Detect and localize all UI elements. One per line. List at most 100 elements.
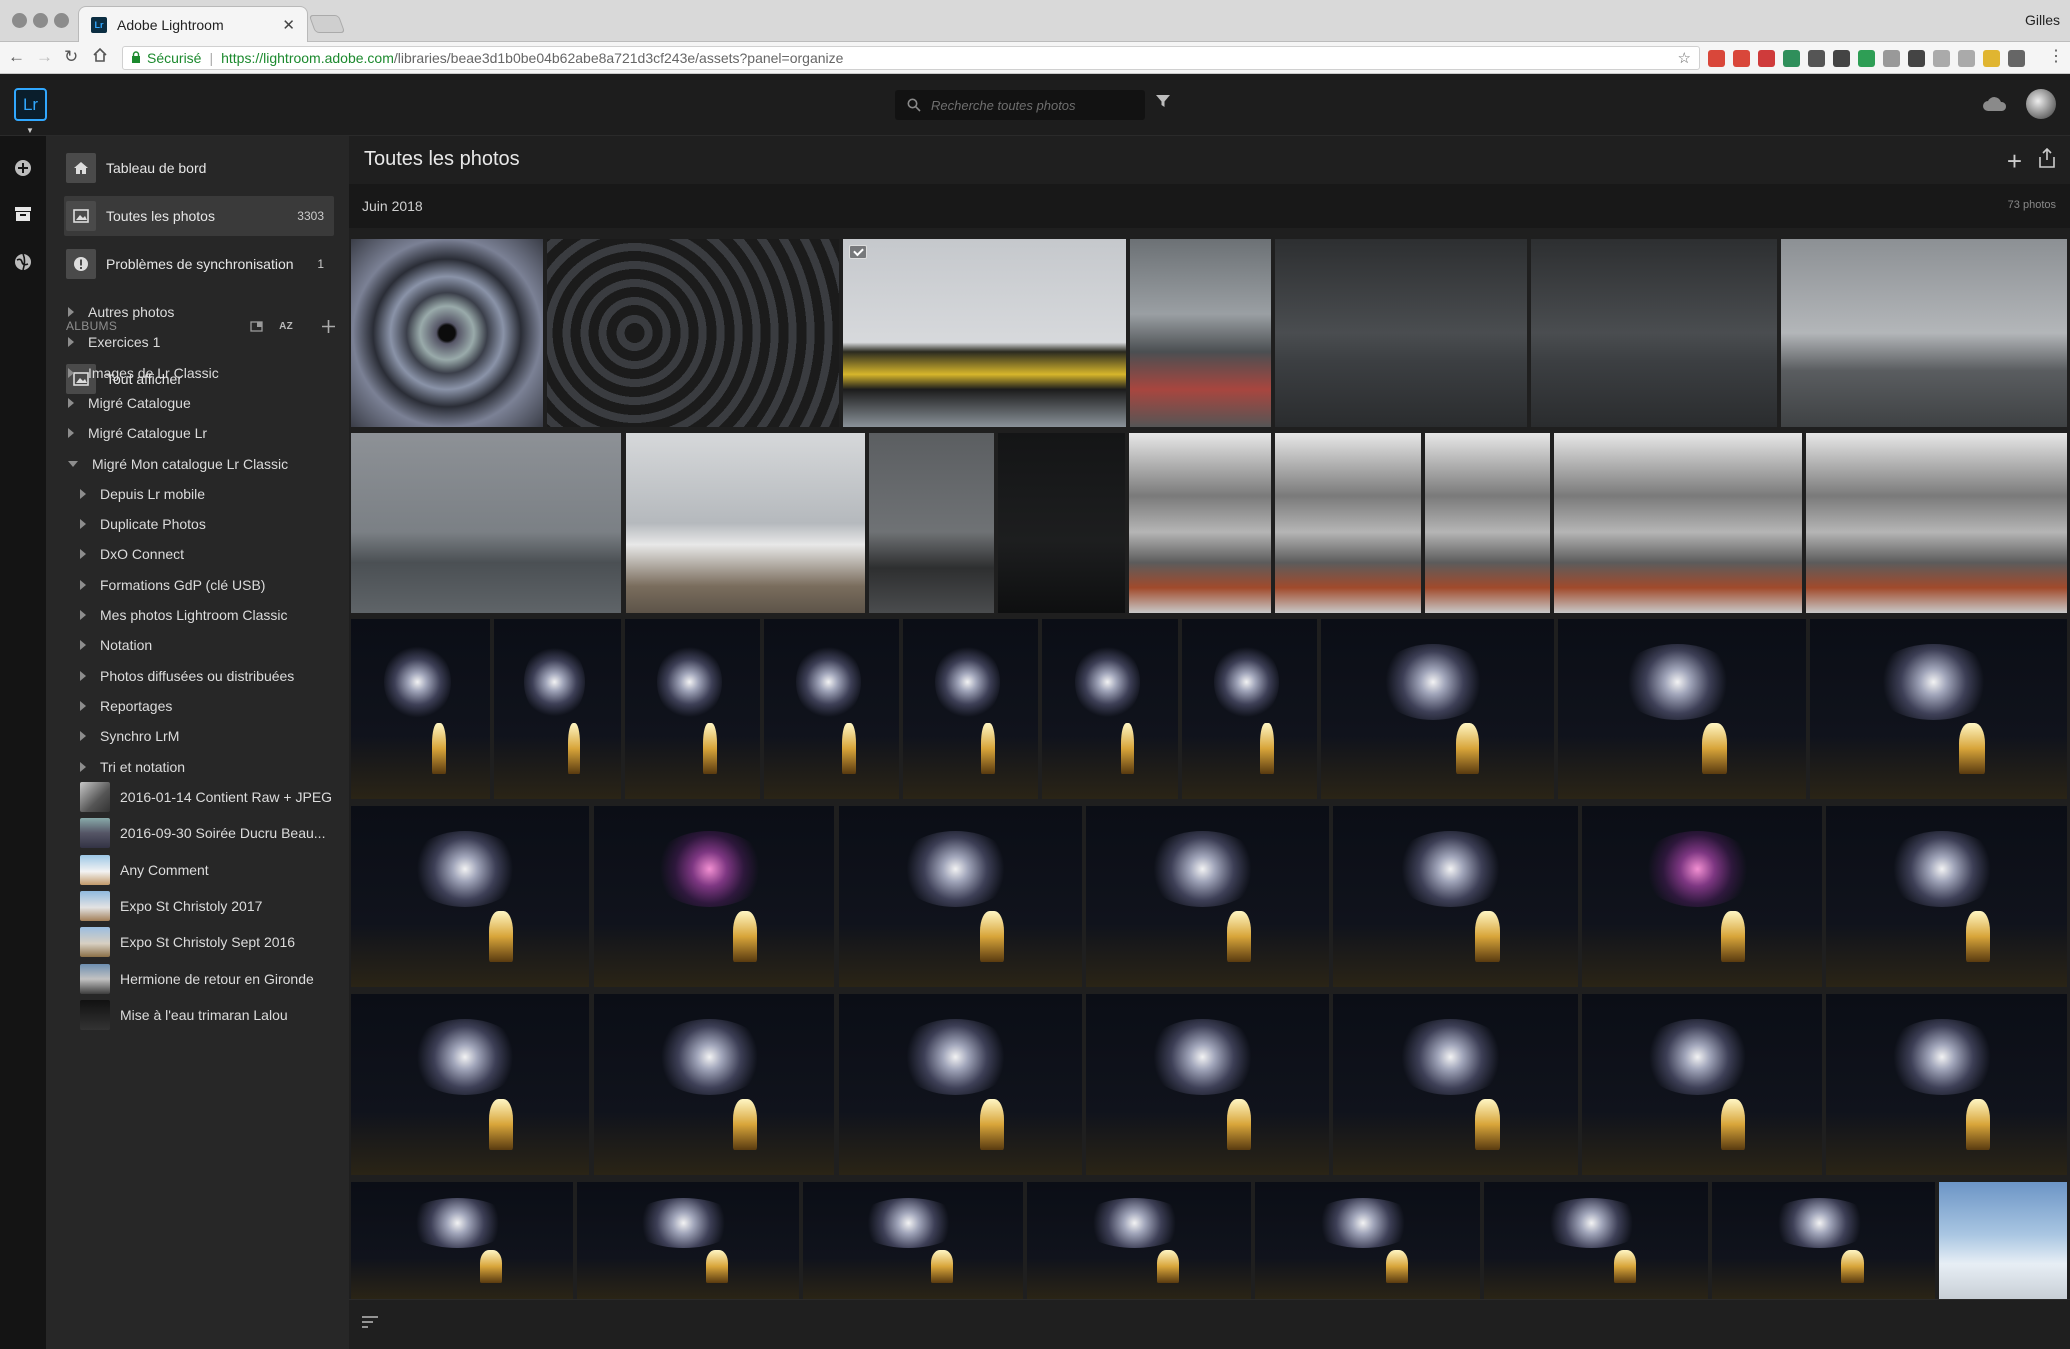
extension-icon[interactable] <box>1783 50 1800 67</box>
disclosure-closed-icon[interactable] <box>68 428 74 438</box>
photo-thumbnail[interactable] <box>1130 239 1271 427</box>
disclosure-closed-icon[interactable] <box>80 640 86 650</box>
photo-thumbnail[interactable] <box>1554 433 1802 613</box>
search-box[interactable] <box>895 90 1145 120</box>
extension-icon[interactable] <box>1858 50 1875 67</box>
photo-thumbnail[interactable] <box>903 619 1038 799</box>
photo-thumbnail[interactable] <box>1255 1182 1480 1299</box>
bookmark-star-icon[interactable]: ☆ <box>1678 49 1691 67</box>
disclosure-closed-icon[interactable] <box>80 731 86 741</box>
photo-thumbnail[interactable] <box>1275 433 1421 613</box>
album-item[interactable]: 2016-09-30 Soirée Ducru Beau... <box>80 813 325 853</box>
photo-thumbnail[interactable] <box>1806 433 2067 613</box>
address-bar[interactable]: Sécurisé | https://lightroom.adobe.com /… <box>122 46 1700 70</box>
photo-thumbnail[interactable] <box>351 994 589 1175</box>
disclosure-closed-icon[interactable] <box>68 337 74 347</box>
extension-icon[interactable] <box>1833 50 1850 67</box>
album-item[interactable]: Expo St Christoly Sept 2016 <box>80 922 295 962</box>
photo-thumbnail[interactable] <box>843 239 1126 427</box>
select-checkbox[interactable] <box>849 245 867 259</box>
photo-thumbnail[interactable] <box>1582 994 1822 1175</box>
album-item[interactable]: Mise à l'eau trimaran Lalou <box>80 995 288 1035</box>
extension-icon[interactable] <box>1883 50 1900 67</box>
shared-web-icon[interactable] <box>13 252 33 272</box>
library-icon[interactable] <box>13 204 33 224</box>
photo-thumbnail[interactable] <box>869 433 994 613</box>
photo-thumbnail[interactable] <box>547 239 839 427</box>
photo-thumbnail[interactable] <box>1826 806 2067 987</box>
disclosure-closed-icon[interactable] <box>68 398 74 408</box>
tab-close-icon[interactable]: ✕ <box>282 16 295 34</box>
disclosure-closed-icon[interactable] <box>68 368 74 378</box>
photo-thumbnail[interactable] <box>351 619 490 799</box>
photo-thumbnail[interactable] <box>1182 619 1317 799</box>
photo-thumbnail[interactable] <box>1712 1182 1935 1299</box>
disclosure-closed-icon[interactable] <box>80 519 86 529</box>
extension-icon[interactable] <box>1908 50 1925 67</box>
disclosure-closed-icon[interactable] <box>80 762 86 772</box>
disclosure-closed-icon[interactable] <box>80 610 86 620</box>
extension-icon[interactable] <box>1808 50 1825 67</box>
extension-icon[interactable] <box>1958 50 1975 67</box>
album-item[interactable]: Expo St Christoly 2017 <box>80 886 262 926</box>
extension-icon[interactable] <box>1758 50 1775 67</box>
photo-thumbnail[interactable] <box>351 433 621 613</box>
add-album-icon[interactable] <box>321 319 336 334</box>
disclosure-closed-icon[interactable] <box>80 701 86 711</box>
disclosure-closed-icon[interactable] <box>80 671 86 681</box>
photo-thumbnail[interactable] <box>803 1182 1023 1299</box>
album-item[interactable]: 2016-01-14 Contient Raw + JPEG <box>80 777 332 817</box>
photo-thumbnail[interactable] <box>839 806 1082 987</box>
extension-icon[interactable] <box>2008 50 2025 67</box>
photo-thumbnail[interactable] <box>1086 806 1329 987</box>
avatar[interactable] <box>2026 89 2056 119</box>
photo-thumbnail[interactable] <box>1129 433 1271 613</box>
window-close-button[interactable] <box>12 13 27 28</box>
logo-caret-icon[interactable]: ▼ <box>26 126 34 135</box>
photo-thumbnail[interactable] <box>1582 806 1822 987</box>
disclosure-closed-icon[interactable] <box>68 307 74 317</box>
album-item[interactable]: Hermione de retour en Gironde <box>80 959 314 999</box>
photo-thumbnail[interactable] <box>1275 239 1527 427</box>
photo-thumbnail[interactable] <box>1939 1182 2067 1299</box>
photo-thumbnail[interactable] <box>1781 239 2067 427</box>
photo-thumbnail[interactable] <box>577 1182 799 1299</box>
back-arrow-icon[interactable]: ← <box>8 47 25 67</box>
add-photos-icon[interactable] <box>13 158 33 178</box>
photo-thumbnail[interactable] <box>1425 433 1550 613</box>
photo-thumbnail[interactable] <box>625 619 760 799</box>
forward-arrow-icon[interactable]: → <box>36 47 53 67</box>
disclosure-closed-icon[interactable] <box>80 489 86 499</box>
photo-thumbnail[interactable] <box>764 619 899 799</box>
add-button[interactable]: + <box>2007 148 2022 174</box>
disclosure-open-icon[interactable] <box>68 461 78 467</box>
photo-thumbnail[interactable] <box>626 433 865 613</box>
photo-thumbnail[interactable] <box>1484 1182 1708 1299</box>
browser-tab[interactable]: Lr Adobe Lightroom ✕ <box>78 6 308 42</box>
home-icon[interactable] <box>92 47 108 68</box>
photo-thumbnail[interactable] <box>351 239 543 427</box>
photo-thumbnail[interactable] <box>1333 806 1578 987</box>
search-input[interactable] <box>931 97 1131 113</box>
photo-thumbnail[interactable] <box>351 1182 573 1299</box>
photo-thumbnail[interactable] <box>1558 619 1806 799</box>
sort-icon[interactable] <box>361 1315 379 1329</box>
photo-thumbnail[interactable] <box>594 994 834 1175</box>
extension-icon[interactable] <box>1733 50 1750 67</box>
lightroom-logo[interactable]: Lr <box>14 88 47 121</box>
nav-all-photos[interactable]: Toutes les photos 3303 <box>64 196 334 236</box>
disclosure-closed-icon[interactable] <box>80 580 86 590</box>
photo-thumbnail[interactable] <box>1027 1182 1251 1299</box>
browser-menu-icon[interactable]: ⋮ <box>2048 47 2064 67</box>
photo-thumbnail[interactable] <box>594 806 834 987</box>
nav-sync-problems[interactable]: Problèmes de synchronisation 1 <box>64 244 334 284</box>
cloud-sync-icon[interactable] <box>1982 96 2008 112</box>
photo-thumbnail[interactable] <box>1810 619 2067 799</box>
extension-icon[interactable] <box>1933 50 1950 67</box>
sort-az-button[interactable]: AZ <box>279 321 293 332</box>
album-item[interactable]: Any Comment <box>80 850 209 890</box>
photo-thumbnail[interactable] <box>1321 619 1554 799</box>
window-minimize-button[interactable] <box>33 13 48 28</box>
photo-thumbnail[interactable] <box>351 806 589 987</box>
window-maximize-button[interactable] <box>54 13 69 28</box>
